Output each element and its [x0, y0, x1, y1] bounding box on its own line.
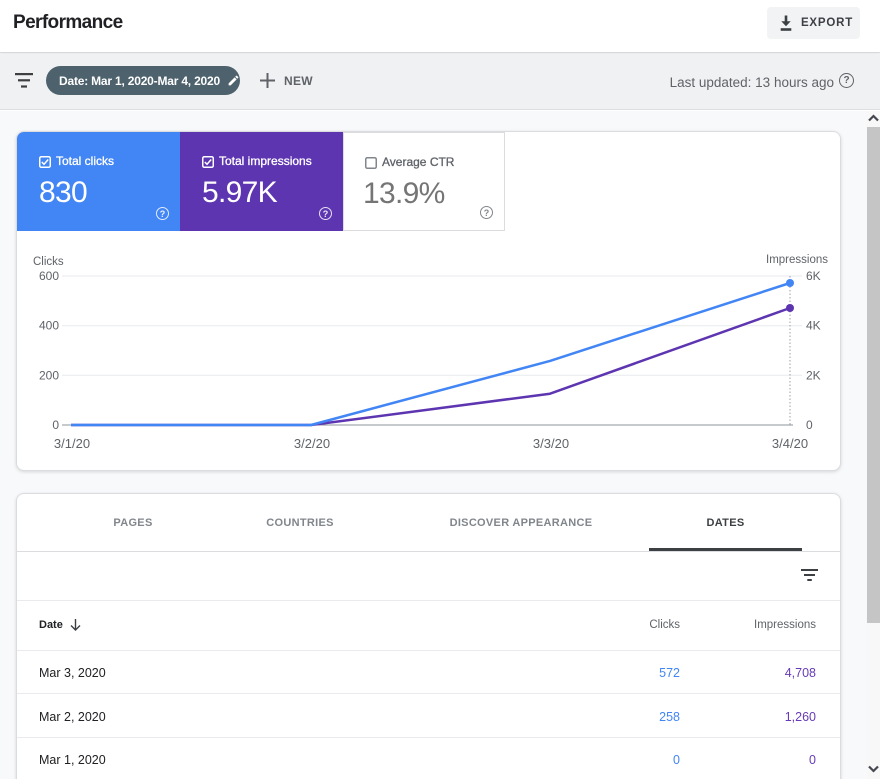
svg-text:3/1/20: 3/1/20 [54, 436, 90, 451]
svg-text:Impressions: Impressions [766, 254, 828, 266]
svg-text:200: 200 [39, 368, 59, 382]
svg-text:3/2/20: 3/2/20 [294, 436, 330, 451]
svg-text:0: 0 [52, 418, 59, 432]
svg-text:Clicks: Clicks [33, 256, 64, 268]
svg-text:600: 600 [39, 269, 59, 283]
svg-text:3/4/20: 3/4/20 [772, 436, 808, 451]
svg-text:3/3/20: 3/3/20 [533, 436, 569, 451]
svg-text:400: 400 [39, 319, 59, 333]
svg-text:2K: 2K [806, 368, 821, 382]
svg-text:4K: 4K [806, 319, 821, 333]
svg-text:6K: 6K [806, 269, 821, 283]
svg-text:0: 0 [806, 418, 813, 432]
